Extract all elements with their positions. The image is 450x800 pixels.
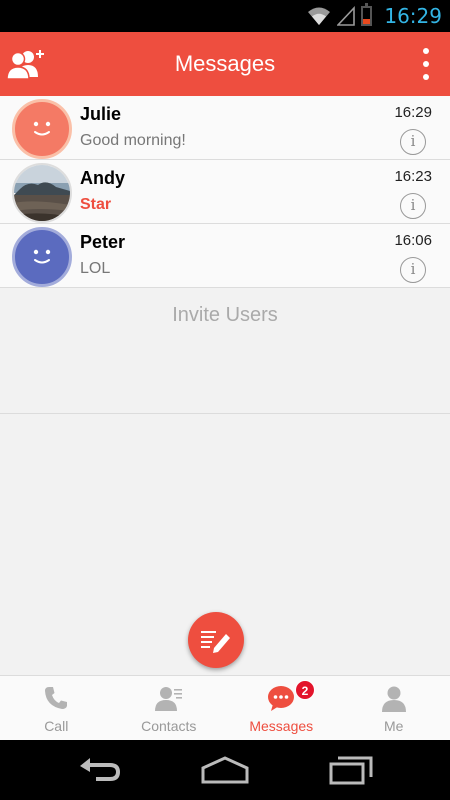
overflow-dot <box>423 74 429 80</box>
message-preview: Star <box>80 196 112 213</box>
message-preview: Good morning! <box>80 132 186 149</box>
conversation-row-andy[interactable]: Andy Star 16:23 i <box>0 160 450 224</box>
home-icon[interactable] <box>200 754 250 786</box>
info-icon[interactable]: i <box>400 193 426 219</box>
info-icon[interactable]: i <box>400 129 426 155</box>
recents-icon[interactable] <box>328 754 374 786</box>
battery-icon <box>361 3 373 26</box>
tab-me[interactable]: Me <box>338 676 450 740</box>
invite-users-area: Invite Users <box>0 288 450 414</box>
chat-bubble-icon <box>268 686 295 711</box>
conversation-row-peter[interactable]: Peter LOL 16:06 i <box>0 224 450 288</box>
message-preview: LOL <box>80 260 111 277</box>
system-nav-bar <box>0 740 450 800</box>
unread-badge: 2 <box>295 680 315 700</box>
contact-name: Julie <box>80 104 122 124</box>
conversation-list: Julie Good morning! 16:29 i Andy Star 16… <box>0 96 450 288</box>
contact-name: Peter <box>80 232 126 252</box>
status-icons: 16:29 <box>307 0 442 32</box>
tab-label: Messages <box>249 718 314 734</box>
page-title: Messages <box>174 51 276 76</box>
tab-label: Contacts <box>141 718 197 734</box>
contact-name: Andy <box>80 168 125 188</box>
overflow-dot <box>423 61 429 67</box>
tab-contacts[interactable]: Contacts <box>113 676 226 740</box>
overflow-dot <box>423 48 429 54</box>
person-icon <box>381 686 406 712</box>
signal-icon <box>337 6 356 26</box>
tab-label: Me <box>384 718 404 734</box>
app-bar: Messages <box>0 32 450 96</box>
message-time: 16:29 <box>394 104 432 121</box>
tab-label: Call <box>44 718 69 734</box>
status-bar: 16:29 <box>0 0 450 32</box>
smiley-avatar-blue[interactable] <box>12 227 72 287</box>
tab-messages[interactable]: 2 Messages <box>225 676 338 740</box>
bottom-tab-bar: Call Contacts 2 Messages Me <box>0 675 450 740</box>
invite-users-link[interactable]: Invite Users <box>0 304 450 327</box>
back-icon[interactable] <box>76 754 124 786</box>
phone-icon <box>45 687 68 709</box>
compose-button[interactable] <box>188 612 244 668</box>
contacts-icon <box>154 687 182 711</box>
info-icon[interactable]: i <box>400 257 426 283</box>
smiley-avatar-orange[interactable] <box>12 99 72 159</box>
compose-icon <box>201 631 230 653</box>
conversation-row-julie[interactable]: Julie Good morning! 16:29 i <box>0 96 450 160</box>
wifi-icon <box>308 7 331 25</box>
photo-avatar[interactable] <box>12 163 72 223</box>
message-time: 16:23 <box>394 168 432 185</box>
message-time: 16:06 <box>394 232 432 249</box>
overflow-menu-button[interactable] <box>416 48 436 80</box>
status-clock: 16:29 <box>384 4 442 28</box>
tab-call[interactable]: Call <box>0 676 113 740</box>
